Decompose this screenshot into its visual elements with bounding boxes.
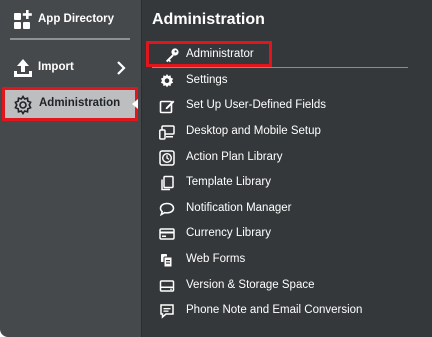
web-forms-icon <box>161 254 173 268</box>
menu-item-action-plan-library[interactable]: Action Plan Library <box>148 146 398 170</box>
app-directory-icon <box>14 10 32 29</box>
menu-item-settings[interactable]: Settings <box>148 69 398 93</box>
menu-item-version-storage[interactable]: Version & Storage Space <box>148 274 398 298</box>
sidebar-item-label: Administration <box>39 97 121 109</box>
speech-bubble-icon <box>159 202 175 217</box>
menu-item-label: Action Plan Library <box>186 151 283 163</box>
gear-icon <box>160 74 174 88</box>
menu-item-label: Set Up User-Defined Fields <box>186 99 326 111</box>
active-caret-icon <box>132 99 138 109</box>
sidebar-divider <box>10 38 130 40</box>
menu-item-label: Notification Manager <box>186 202 292 214</box>
copy-icon <box>161 175 174 191</box>
menu-item-notification-manager[interactable]: Notification Manager <box>148 197 398 221</box>
sidebar-item-app-directory[interactable]: App Directory <box>0 6 142 34</box>
menu-item-label: Administrator <box>186 48 254 60</box>
menu-item-label: Version & Storage Space <box>186 279 315 291</box>
menu-item-label: Currency Library <box>186 227 271 239</box>
menu-item-template-library[interactable]: Template Library <box>148 171 398 195</box>
menu-item-desktop-mobile-setup[interactable]: Desktop and Mobile Setup <box>148 120 398 144</box>
menu-item-label: Web Forms <box>186 253 246 265</box>
menu-item-label: Settings <box>186 74 228 86</box>
storage-icon <box>159 280 175 292</box>
panel-title: Administration <box>152 11 265 28</box>
sidebar-item-label: Import <box>38 61 74 73</box>
menu-item-phone-note-email-conversion[interactable]: Phone Note and Email Conversion <box>148 299 398 323</box>
sidebar-item-import[interactable]: Import <box>0 54 142 82</box>
devices-icon <box>159 125 175 140</box>
menu-item-label: Phone Note and Email Conversion <box>186 304 363 316</box>
clock-icon <box>159 150 175 166</box>
menu-item-administrator[interactable]: Administrator <box>146 41 272 67</box>
key-icon <box>166 48 179 63</box>
menu-item-label: Template Library <box>186 176 272 188</box>
message-icon <box>160 304 174 319</box>
currency-card-icon <box>159 228 175 240</box>
sidebar-item-label: App Directory <box>38 13 115 25</box>
menu-item-currency-library[interactable]: Currency Library <box>148 222 398 246</box>
administration-flyout-panel: Administration Administrator Settings Se… <box>142 0 432 337</box>
edit-fields-icon <box>159 100 175 114</box>
menu-item-web-forms[interactable]: Web Forms <box>148 248 398 272</box>
import-icon <box>14 59 32 77</box>
sidebar: App Directory Import Administration <box>0 0 142 337</box>
gear-icon <box>14 95 32 115</box>
menu-item-user-defined-fields[interactable]: Set Up User-Defined Fields <box>148 94 398 118</box>
sidebar-item-administration[interactable]: Administration <box>2 87 138 121</box>
chevron-right-icon <box>117 61 126 75</box>
menu-item-label: Desktop and Mobile Setup <box>186 125 321 137</box>
panel-divider <box>152 67 408 68</box>
